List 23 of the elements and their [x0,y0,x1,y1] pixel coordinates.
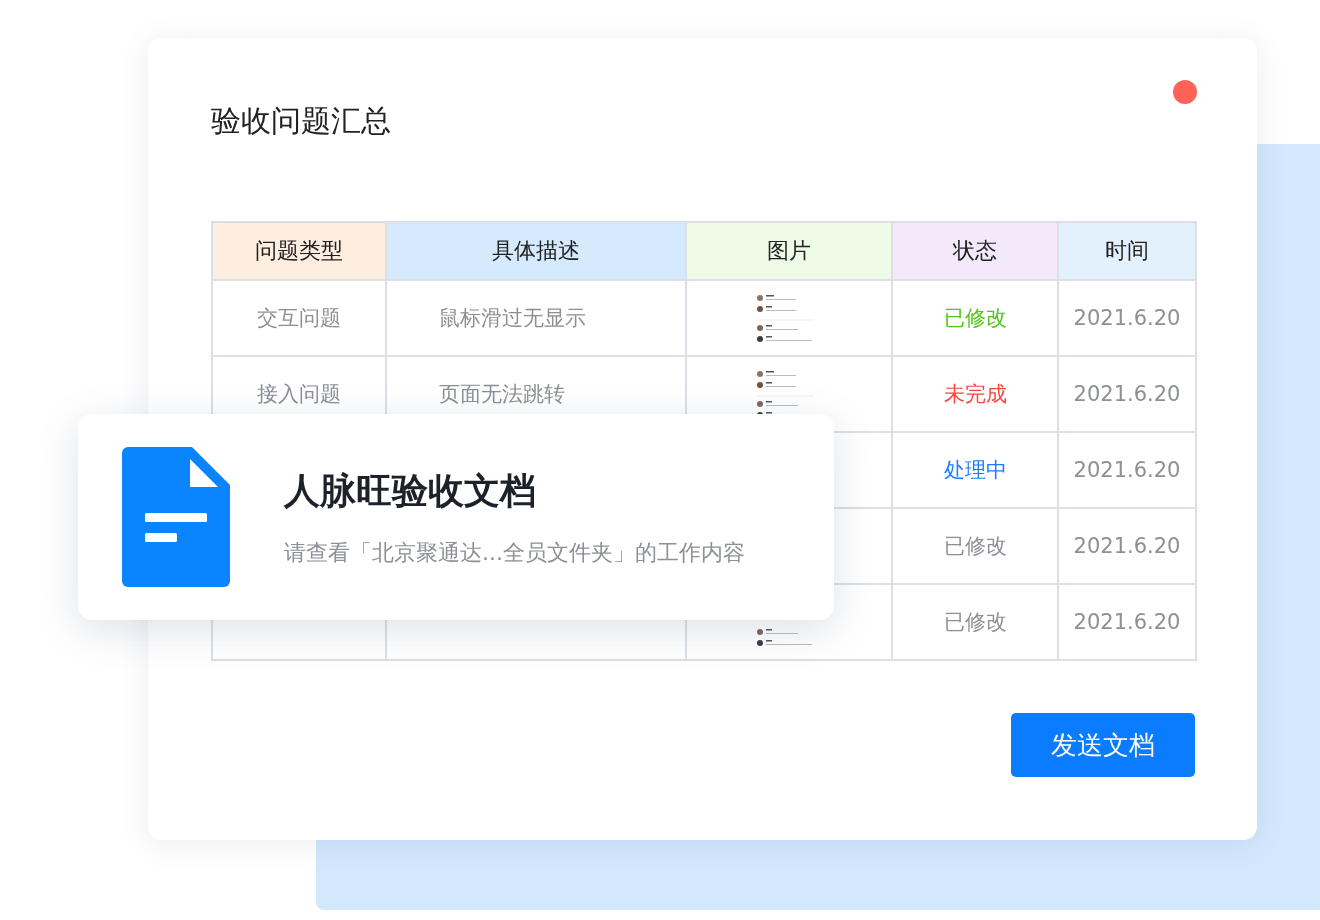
send-button[interactable]: 发送文档 [1011,713,1195,777]
column-header: 状态 [892,222,1058,280]
document-title: 人脉旺验收文档 [284,468,537,513]
status-label: 已修改 [892,280,1058,356]
column-header: 具体描述 [386,222,686,280]
status-label: 已修改 [892,584,1058,660]
table-cell: 2021.6.20 [1058,432,1196,508]
status-label: 未完成 [892,356,1058,432]
dialog-title: 验收问题汇总 [211,102,391,140]
status-label: 处理中 [892,432,1058,508]
table-cell: 交互问题 [212,280,386,356]
column-header: 问题类型 [212,222,386,280]
column-header: 时间 [1058,222,1196,280]
close-dot[interactable] [1173,80,1197,104]
table-cell: 2021.6.20 [1058,280,1196,356]
document-icon [122,447,230,587]
table-cell: 鼠标滑过无显示 [386,280,686,356]
table-cell: 2021.6.20 [1058,584,1196,660]
document-subtitle: 请查看「北京聚通达...全员文件夹」的工作内容 [284,538,745,567]
table-cell: 2021.6.20 [1058,508,1196,584]
status-label: 已修改 [892,508,1058,584]
table-cell: 2021.6.20 [1058,356,1196,432]
column-header: 图片 [686,222,892,280]
